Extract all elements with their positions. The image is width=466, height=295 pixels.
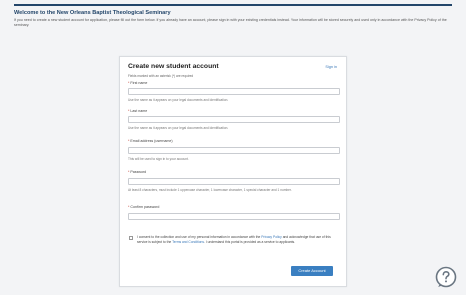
sign-in-link[interactable]: Sign in — [325, 65, 337, 69]
form-title: Create new student account — [128, 63, 219, 70]
password-label: *Password — [128, 170, 147, 174]
consent-text: I consent to the collection and use of m… — [137, 235, 331, 244]
email-label: *Email address (username) — [128, 139, 173, 143]
privacy-policy-link[interactable]: Privacy Policy — [261, 235, 282, 239]
password-help: At least 8 characters, must include 1 up… — [128, 188, 292, 192]
help-chat-icon[interactable] — [435, 266, 457, 288]
first-name-label: *First name — [128, 81, 148, 85]
first-name-field[interactable] — [128, 88, 340, 95]
last-name-help: Use the name as it appears on your legal… — [128, 126, 229, 130]
first-name-help: Use the name as it appears on your legal… — [128, 98, 229, 102]
page-title: Welcome to the New Orleans Baptist Theol… — [14, 10, 171, 16]
last-name-field[interactable] — [128, 116, 340, 123]
create-account-card: Create new student account Sign in Field… — [119, 56, 347, 287]
terms-link[interactable]: Terms and Conditions — [172, 240, 204, 244]
email-help: This will be used to sign in to your acc… — [128, 157, 189, 161]
top-rule — [14, 4, 452, 6]
confirm-password-label: *Confirm password — [128, 205, 160, 209]
password-field[interactable] — [128, 178, 340, 185]
email-field[interactable] — [128, 147, 340, 154]
last-name-label: *Last name — [128, 109, 148, 113]
confirm-password-field[interactable] — [128, 213, 340, 220]
required-note: Fields marked with an asterisk (*) are r… — [128, 74, 194, 78]
consent-checkbox[interactable] — [129, 236, 133, 240]
create-account-button[interactable]: Create Account — [291, 266, 333, 276]
intro-text: If you need to create a new student acco… — [14, 18, 447, 27]
